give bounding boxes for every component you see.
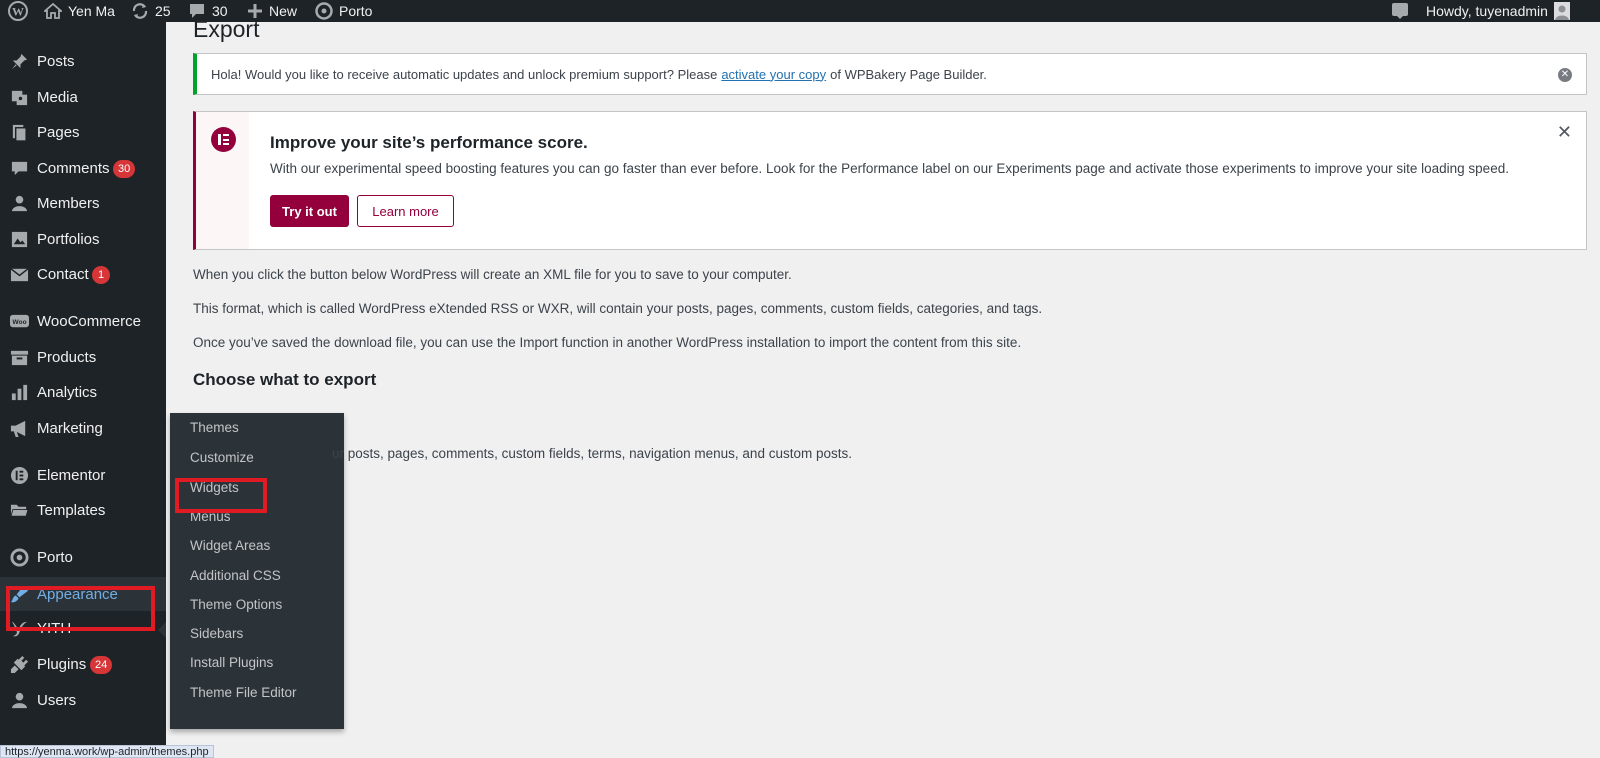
sidebar-item-label: Media [37,88,78,106]
svg-text:Woo: Woo [12,318,26,325]
message-icon [1392,3,1408,19]
porto-icon [9,547,29,567]
notice-text-after: of WPBakery Page Builder. [830,66,987,82]
notice-title: Improve your site’s performance score. [270,133,588,152]
notice-text: Hola! Would you like to receive automati… [211,66,718,82]
account-menu[interactable]: Howdy, tuyenadmin [1426,0,1570,22]
porto-label: Porto [339,3,373,19]
sidebar-item-products[interactable]: Products [0,340,166,374]
sidebar-item-portfolios[interactable]: Portfolios [0,222,166,256]
sidebar-item-label: Contact [37,265,89,283]
sidebar-item-contact[interactable]: Contact 1 [0,257,166,291]
pages-icon [9,122,29,142]
page-title: Export [193,16,260,42]
sidebar-item-elementor[interactable]: Elementor [0,458,166,492]
wordpress-icon: W [8,1,28,21]
plugins-badge: 24 [90,656,113,674]
new-label: New [269,3,298,19]
comment-icon [9,158,29,178]
elementor-logo-icon [211,127,236,152]
site-name-link[interactable]: Yen Ma [44,0,115,22]
contact-badge: 1 [92,266,110,284]
home-icon [44,3,62,19]
updates-count: 25 [155,3,171,19]
site-name: Yen Ma [68,3,115,19]
media-icon [9,87,29,107]
sidebar-item-label: Templates [37,501,106,519]
mail-icon [9,264,29,284]
appearance-highlight [6,586,155,631]
sidebar-item-members[interactable]: Members [0,186,166,220]
portfolio-icon [9,229,29,249]
svg-text:W: W [12,5,24,19]
pushpin-icon [9,51,29,71]
sidebar-item-label: Plugins [37,655,87,673]
comments-badge: 30 [113,160,136,178]
elementor-icon [9,465,29,485]
export-import-description: Once you’ve saved the download file, you… [193,335,1022,350]
sidebar-item-label: Comments [37,159,110,177]
status-bar-url: https://yenma.work/wp-admin/themes.php [0,745,214,758]
sidebar-item-marketing[interactable]: Marketing [0,411,166,445]
sidebar-item-woocommerce[interactable]: Woo WooCommerce [0,304,166,338]
sidebar-item-porto[interactable]: Porto [0,540,166,574]
sidebar-item-label: Posts [37,52,75,70]
main-content: Export Hola! Would you like to receive a… [166,16,1600,758]
section-title: Choose what to export [193,370,377,389]
notification-button[interactable] [1391,0,1409,22]
howdy-text: Howdy, tuyenadmin [1426,3,1548,19]
export-description: When you click the button below WordPres… [193,267,792,282]
sidebar-item-plugins[interactable]: Plugins 24 [0,647,166,681]
export-format-description: This format, which is called WordPress e… [193,301,1043,316]
sidebar-item-label: Products [37,348,97,366]
close-icon[interactable]: ✕ [1557,122,1572,143]
wpbakery-notice: Hola! Would you like to receive automati… [193,53,1587,95]
learn-more-button[interactable]: Learn more [357,195,454,227]
folder-icon [9,500,29,520]
elementor-notice: Improve your site’s performance score. W… [193,111,1587,250]
archive-icon [9,347,29,367]
user-icon [9,193,29,213]
sidebar-item-users[interactable]: Users [0,683,166,717]
sidebar-item-media[interactable]: Media [0,80,166,114]
updates-icon [132,3,148,19]
sidebar-item-label: WooCommerce [37,312,141,330]
sidebar-item-templates[interactable]: Templates [0,493,166,527]
sidebar-item-label: Users [37,691,77,709]
sidebar-item-label: Portfolios [37,230,100,248]
submenu-pointer [158,622,166,638]
sidebar-item-comments[interactable]: Comments 30 [0,151,166,185]
sidebar-item-label: Analytics [37,383,98,401]
plug-icon [9,654,29,674]
sidebar-item-pages[interactable]: Pages [0,115,166,149]
chart-icon [9,382,29,402]
notice-side-panel [196,112,249,249]
avatar-icon [1553,2,1570,20]
sidebar-item-label: Members [37,194,100,212]
updates-link[interactable]: 25 [131,0,171,22]
sidebar-item-label: Pages [37,123,80,141]
notice-description: With our experimental speed boosting fea… [270,161,1509,176]
megaphone-icon [9,418,29,438]
sidebar-item-posts[interactable]: Posts [0,44,166,78]
porto-link[interactable]: Porto [315,0,372,22]
sidebar-item-label: Elementor [37,466,106,484]
woo-icon: Woo [9,311,29,331]
sidebar-item-label: Porto [37,548,73,566]
try-it-out-button[interactable]: Try it out [270,195,349,227]
sidebar-item-label: Marketing [37,419,103,437]
admin-sidebar: Posts Media Pages Comments 30 Members Po… [0,22,166,758]
dismiss-icon[interactable]: ✕ [1558,68,1572,82]
user-icon [9,690,29,710]
sidebar-item-analytics[interactable]: Analytics [0,375,166,409]
activate-link[interactable]: activate your copy [721,67,826,82]
porto-icon [315,2,333,20]
all-content-description: ur posts, pages, comments, custom fields… [332,446,852,461]
wordpress-logo-button[interactable]: W [8,0,28,22]
